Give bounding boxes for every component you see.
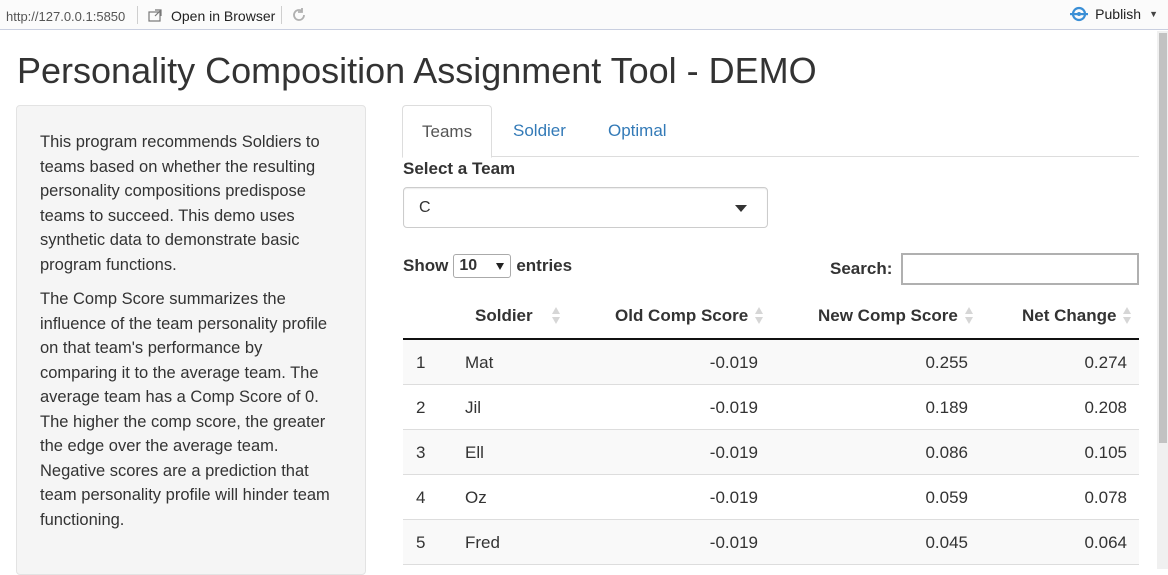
publish-button[interactable]: Publish ▼ [1069,6,1158,22]
column-header-net-change[interactable]: Net Change [1022,306,1116,326]
table-row[interactable]: 2 Jil -0.019 0.189 0.208 [403,385,1139,430]
soldier-name: Mat [465,353,494,372]
sort-icon[interactable] [755,307,763,327]
team-select-value: C [419,199,431,216]
publish-icon [1069,6,1089,22]
toolbar-divider [281,6,282,24]
old-comp-score: -0.019 [709,398,758,417]
row-index: 5 [416,533,426,552]
sidebar-panel: This program recommends Soldiers to team… [16,105,366,575]
soldier-name: Oz [465,488,487,507]
net-change: 0.105 [1084,443,1127,462]
soldier-name: Jil [465,398,482,417]
search-label: Search: [830,259,893,278]
scrollbar-thumb[interactable] [1159,33,1167,443]
old-comp-score: -0.019 [709,488,758,507]
row-index: 3 [416,443,426,462]
chevron-down-icon [735,205,747,212]
chevron-down-icon [496,263,505,270]
old-comp-score: -0.019 [709,533,758,552]
chevron-down-icon[interactable]: ▼ [1149,9,1158,19]
new-comp-score: 0.059 [925,488,968,507]
publish-label: Publish [1095,6,1142,22]
viewer-toolbar: http://127.0.0.1:5850 Open in Browser Pu… [0,0,1168,30]
table-row[interactable]: 1 Mat -0.019 0.255 0.274 [403,340,1139,385]
show-label: Show [403,256,449,275]
soldier-name: Ell [465,443,484,462]
main-tabs: Teams Soldier Optimal [402,105,1139,158]
entries-label: entries [516,256,573,275]
old-comp-score: -0.019 [709,353,758,372]
sort-icon[interactable] [965,307,973,327]
table-row[interactable]: 5 Fred -0.019 0.045 0.064 [403,520,1139,565]
tab-optimal[interactable]: Optimal [589,105,686,157]
row-index: 4 [416,488,426,507]
sidebar-comp-score-explanation: The Comp Score summarizes the influence … [40,290,330,529]
url-text: http://127.0.0.1:5850 [6,9,126,24]
net-change: 0.274 [1084,353,1127,372]
sort-icon[interactable] [552,307,560,327]
table-length-control: Show 10 entries [403,254,572,278]
net-change: 0.064 [1084,533,1127,552]
net-change: 0.208 [1084,398,1127,417]
open-in-browser-label: Open in Browser [171,8,276,24]
tab-soldier[interactable]: Soldier [494,105,585,157]
sort-icon[interactable] [1123,307,1131,327]
team-select[interactable]: C [403,187,768,228]
column-header-old-comp-score[interactable]: Old Comp Score [615,306,748,326]
column-header-new-comp-score[interactable]: New Comp Score [818,306,958,326]
soldier-name: Fred [465,533,500,552]
column-header-soldier[interactable]: Soldier [475,306,533,326]
page-title: Personality Composition Assignment Tool … [17,50,817,91]
tab-teams[interactable]: Teams [402,105,493,158]
new-comp-score: 0.086 [925,443,968,462]
soldier-table: Soldier Old Comp Score New Comp Score Ne… [403,293,1139,565]
new-comp-score: 0.045 [925,533,968,552]
entries-length-value: 10 [459,257,478,274]
table-row[interactable]: 4 Oz -0.019 0.059 0.078 [403,475,1139,520]
toolbar-divider [137,6,138,24]
open-in-browser-icon [147,8,163,24]
team-select-label: Select a Team [403,159,516,178]
row-index: 2 [416,398,426,417]
search-input[interactable] [901,253,1139,285]
open-in-browser-button[interactable]: Open in Browser [147,6,275,26]
new-comp-score: 0.189 [925,398,968,417]
table-header: Soldier Old Comp Score New Comp Score Ne… [403,293,1139,340]
row-index: 1 [416,353,426,372]
new-comp-score: 0.255 [925,353,968,372]
old-comp-score: -0.019 [709,443,758,462]
refresh-icon[interactable] [290,6,308,24]
entries-length-select[interactable]: 10 [453,254,512,278]
sidebar-description: This program recommends Soldiers to team… [40,133,320,274]
table-row[interactable]: 3 Ell -0.019 0.086 0.105 [403,430,1139,475]
net-change: 0.078 [1084,488,1127,507]
